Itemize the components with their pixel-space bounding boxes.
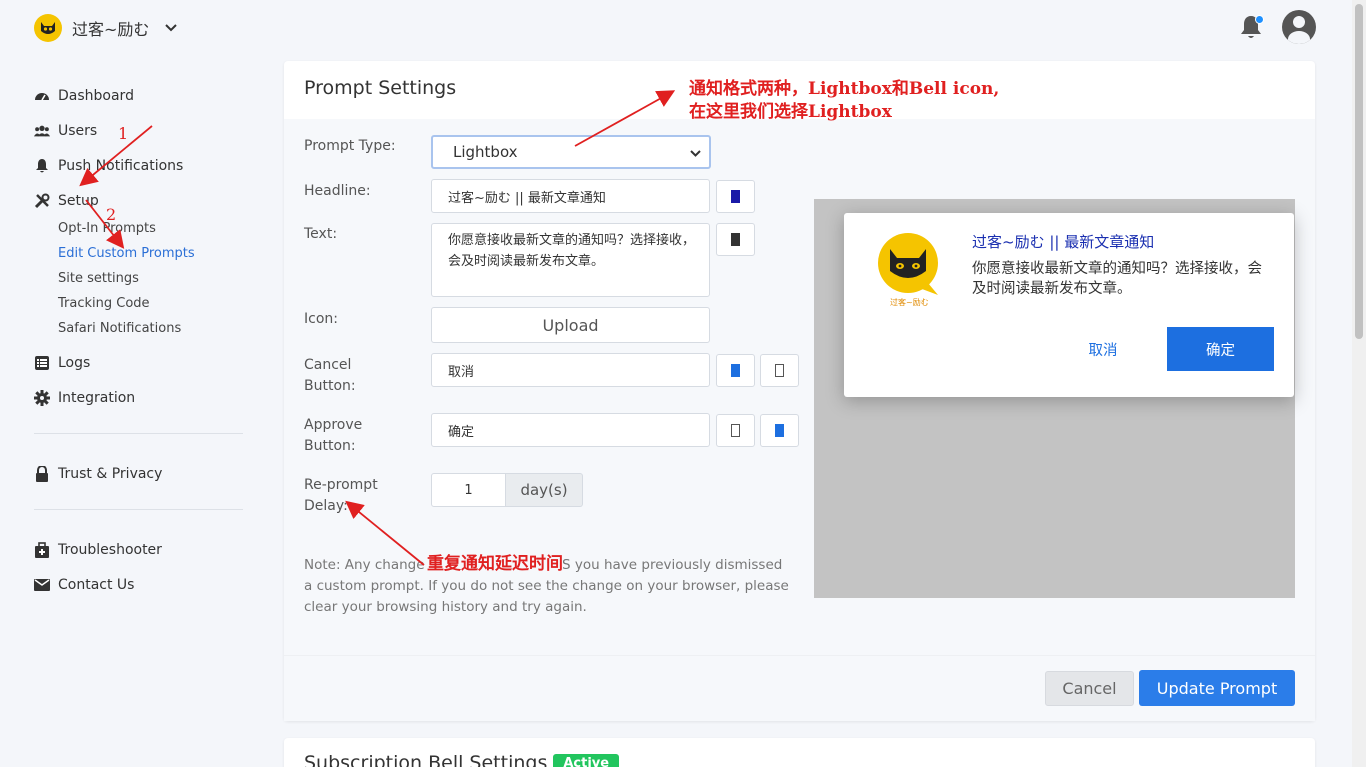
scrollbar-thumb[interactable] xyxy=(1355,4,1363,339)
tools-icon xyxy=(34,193,50,209)
status-badge: Active xyxy=(553,753,620,767)
sidebar: Dashboard Users Push Notifications Setup… xyxy=(34,78,244,602)
annotation-delay-note: 重复通知延迟时间 xyxy=(427,553,563,576)
headline-input[interactable]: 过客~励む || 最新文章通知 xyxy=(431,179,710,213)
sidebar-item-contact-us[interactable]: Contact Us xyxy=(34,567,244,602)
headline-color-picker[interactable] xyxy=(716,180,755,213)
annotation-prompt-type-note: 通知格式两种，Lightbox和Bell icon, 在这里我们选择Lightb… xyxy=(689,79,1000,122)
annotation-step-2: 2 xyxy=(106,205,117,224)
envelope-icon xyxy=(34,577,50,593)
chevron-down-icon xyxy=(165,20,178,36)
cancel-button-text-input[interactable]: 取消 xyxy=(431,353,710,387)
sidebar-item-label: Contact Us xyxy=(58,576,135,593)
sidebar-item-label: Push Notifications xyxy=(58,157,184,174)
card-title: Prompt Settings xyxy=(304,77,457,99)
users-icon xyxy=(34,123,50,139)
color-swatch xyxy=(775,424,784,437)
sidebar-item-setup[interactable]: Setup xyxy=(34,183,244,218)
chevron-down-icon xyxy=(690,143,701,161)
approve-button-text-input[interactable]: 确定 xyxy=(431,413,710,447)
sidebar-subitem-tracking-code[interactable]: Tracking Code xyxy=(58,291,244,316)
prompt-type-value: Lightbox xyxy=(453,143,518,161)
text-label: Text: xyxy=(304,226,338,242)
sidebar-item-push-notifications[interactable]: Push Notifications xyxy=(34,148,244,183)
preview-cancel-button[interactable]: 取消 xyxy=(1068,327,1138,371)
site-switcher[interactable]: 过客~励む xyxy=(34,14,178,42)
cancel-button-label: Cancel Button: xyxy=(304,357,356,394)
sidebar-subitem-site-settings[interactable]: Site settings xyxy=(58,266,244,291)
preview-text: 你愿意接收最新文章的通知吗？选择接收，会及时阅读最新发布文章。 xyxy=(972,261,1262,297)
notification-dot xyxy=(1255,15,1264,24)
preview-logo-text: 过客~励む xyxy=(890,298,929,307)
notifications-bell-icon[interactable] xyxy=(1238,13,1264,41)
lightbox-preview: 过客~励む 过客~励む || 最新文章通知 你愿意接收最新文章的通知吗？选择接收… xyxy=(844,213,1294,397)
list-icon xyxy=(34,355,50,371)
page-scrollbar[interactable] xyxy=(1352,0,1366,767)
gear-icon xyxy=(34,389,50,406)
cancel-button[interactable]: Cancel xyxy=(1045,671,1134,706)
approve-button-text-color-picker[interactable] xyxy=(716,414,755,447)
sidebar-item-label: Integration xyxy=(58,389,136,406)
sidebar-item-trust-privacy[interactable]: Trust & Privacy xyxy=(34,456,244,491)
update-prompt-button[interactable]: Update Prompt xyxy=(1139,670,1295,706)
reprompt-delay-unit: day(s) xyxy=(506,473,583,507)
text-textarea[interactable]: 你愿意接收最新文章的通知吗？选择接收，会及时阅读最新发布文章。 xyxy=(431,223,710,297)
preview-logo-icon: 过客~励む xyxy=(876,233,944,307)
approve-button-bg-color-picker[interactable] xyxy=(760,414,799,447)
annotation-step-1: 1 xyxy=(118,124,129,143)
icon-upload-button[interactable]: Upload xyxy=(431,307,710,343)
sidebar-item-label: Dashboard xyxy=(58,87,134,104)
headline-label: Headline: xyxy=(304,183,371,199)
cancel-button-bg-color-picker[interactable] xyxy=(760,354,799,387)
lock-icon xyxy=(34,465,50,482)
preview-ok-button[interactable]: 确定 xyxy=(1167,327,1274,371)
sidebar-subitem-edit-custom-prompts[interactable]: Edit Custom Prompts xyxy=(58,241,244,266)
prompt-settings-card: Prompt Settings Prompt Type: Lightbox He… xyxy=(284,61,1315,721)
site-logo-icon xyxy=(34,14,62,42)
color-swatch xyxy=(731,233,740,246)
sidebar-item-users[interactable]: Users xyxy=(34,113,244,148)
site-name: 过客~励む xyxy=(72,20,150,39)
color-swatch xyxy=(731,424,740,437)
sidebar-divider xyxy=(34,509,243,510)
color-swatch xyxy=(731,190,740,203)
sidebar-item-troubleshooter[interactable]: Troubleshooter xyxy=(34,532,244,567)
sidebar-subitem-opt-in-prompts[interactable]: Opt-In Prompts xyxy=(58,216,244,241)
bell-icon xyxy=(34,158,50,174)
sidebar-item-label: Troubleshooter xyxy=(58,541,162,558)
approve-button-label: Approve Button: xyxy=(304,417,363,454)
sidebar-item-label: Users xyxy=(58,122,98,139)
cancel-button-text-color-picker[interactable] xyxy=(716,354,755,387)
card-title: Subscription Bell Settings xyxy=(304,752,548,767)
color-swatch xyxy=(731,364,740,377)
prompt-type-select[interactable]: Lightbox xyxy=(431,135,711,169)
sidebar-item-label: Trust & Privacy xyxy=(58,465,163,482)
sidebar-item-dashboard[interactable]: Dashboard xyxy=(34,78,244,113)
reprompt-delay-label: Re-prompt Delay: xyxy=(304,477,378,514)
user-avatar[interactable] xyxy=(1282,10,1316,44)
sidebar-divider xyxy=(34,433,243,434)
sidebar-item-label: Setup xyxy=(58,192,99,209)
sidebar-subitem-safari-notifications[interactable]: Safari Notifications xyxy=(58,316,244,341)
subscription-bell-settings-card: Subscription Bell Settings Active xyxy=(284,738,1315,767)
text-color-picker[interactable] xyxy=(716,223,755,256)
sidebar-item-integration[interactable]: Integration xyxy=(34,380,244,415)
sidebar-item-label: Logs xyxy=(58,354,91,371)
first-aid-icon xyxy=(34,541,50,558)
prompt-type-label: Prompt Type: xyxy=(304,138,396,154)
preview-headline: 过客~励む || 最新文章通知 xyxy=(972,233,1155,251)
icon-label: Icon: xyxy=(304,311,338,327)
sidebar-item-logs[interactable]: Logs xyxy=(34,345,244,380)
color-swatch xyxy=(775,364,784,377)
reprompt-delay-input[interactable]: 1 xyxy=(431,473,506,507)
card-footer: Cancel Update Prompt xyxy=(284,655,1315,721)
dashboard-icon xyxy=(34,88,50,104)
